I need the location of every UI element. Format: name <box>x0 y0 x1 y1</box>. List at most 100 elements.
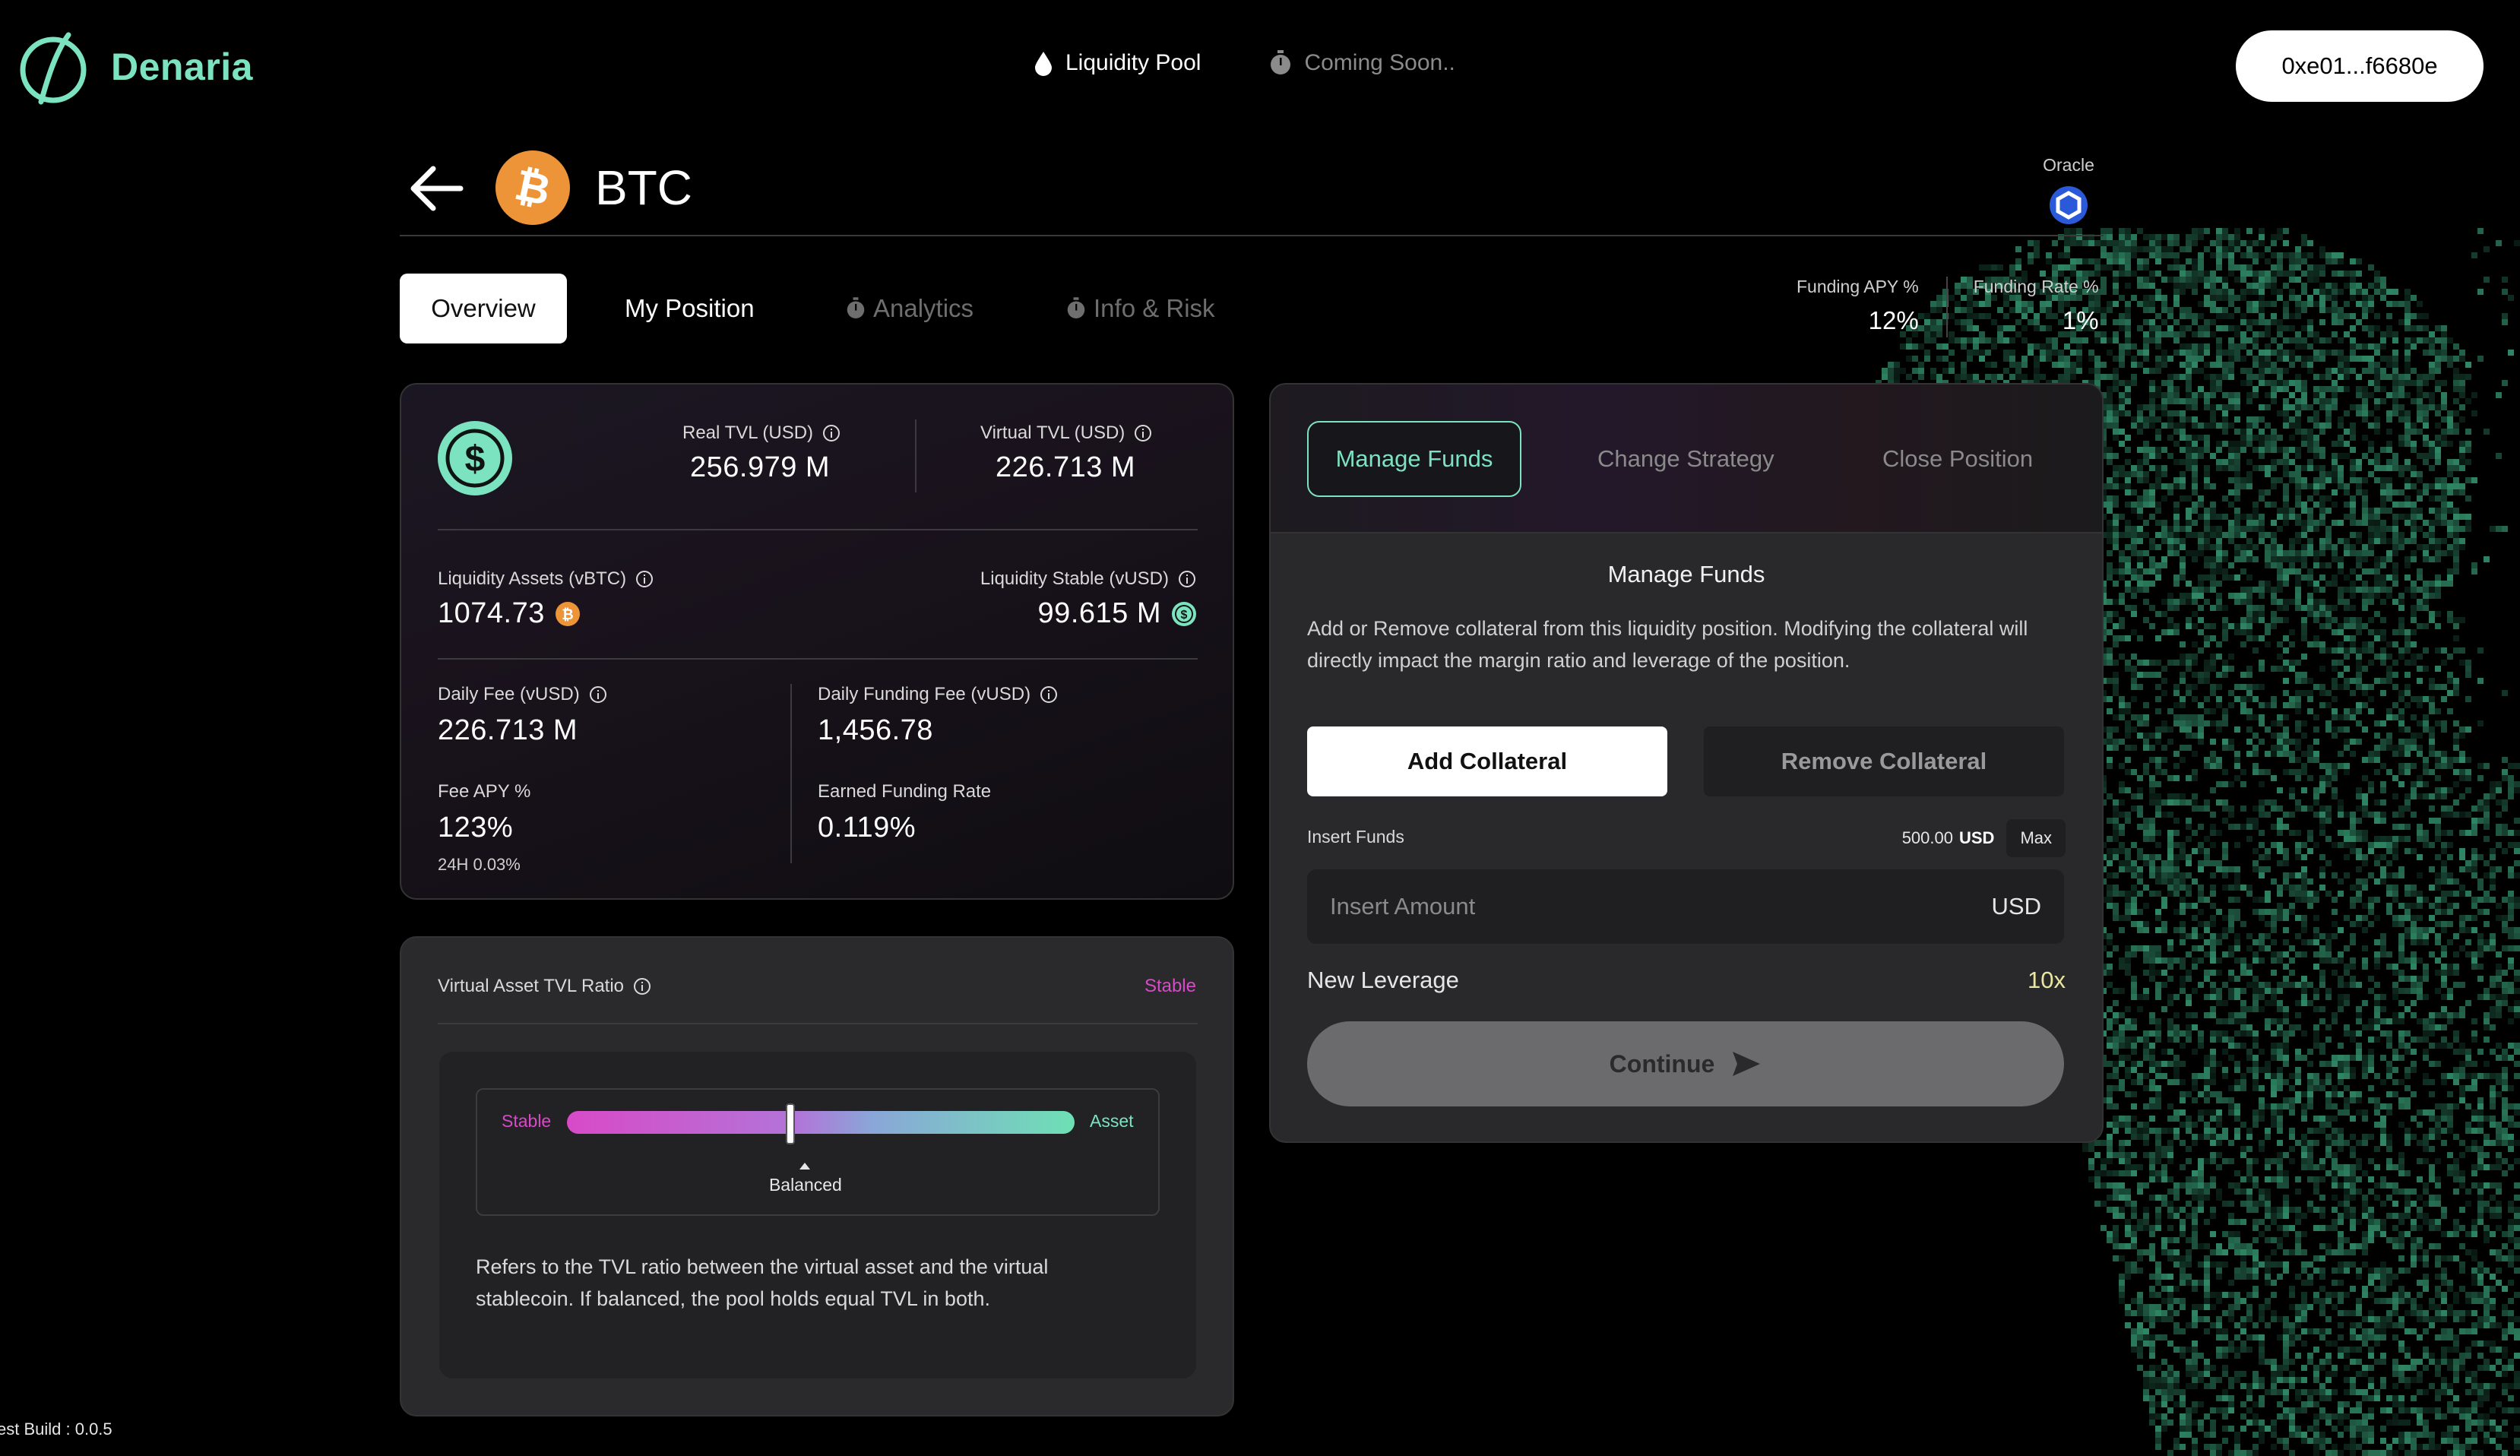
fee-apy: Fee APY % 123% 24H 0.03% <box>438 781 530 875</box>
divider <box>438 1023 1198 1024</box>
liquidity-assets: Liquidity Assets (vBTC) 1074.73 ₿ <box>438 568 654 630</box>
stopwatch-icon <box>1067 297 1085 318</box>
oracle-label: Oracle <box>2043 155 2094 175</box>
insert-funds-label: Insert Funds <box>1307 827 1404 847</box>
ratio-title: Virtual Asset TVL Ratio <box>438 976 651 997</box>
funding-apy: Funding APY % 12% <box>1797 277 1919 337</box>
liquidity-stable-value: 99.615 M <box>1037 597 1161 629</box>
tab-my-position[interactable]: My Position <box>625 274 755 343</box>
remove-collateral-button[interactable]: Remove Collateral <box>1704 726 2064 796</box>
back-arrow-icon[interactable] <box>407 160 465 217</box>
info-icon[interactable] <box>589 685 607 704</box>
divider <box>438 529 1198 530</box>
fee-apy-24h: 24H 0.03% <box>438 855 521 874</box>
stopwatch-icon <box>1271 50 1291 74</box>
balance-unit: USD <box>1958 828 1995 847</box>
daily-funding-fee-label: Daily Funding Fee (vUSD) <box>818 684 1058 705</box>
marker-pointer-icon <box>799 1163 810 1170</box>
ratio-marker <box>785 1103 795 1144</box>
nav-label: Liquidity Pool <box>1065 50 1201 75</box>
info-icon[interactable] <box>1134 424 1152 442</box>
info-icon[interactable] <box>633 977 651 995</box>
tab-overview[interactable]: Overview <box>400 274 567 343</box>
continue-label: Continue <box>1609 1049 1715 1078</box>
gauge-right-label: Asset <box>1090 1111 1134 1131</box>
liquidity-stable: Liquidity Stable (vUSD) 99.615 M $ <box>980 568 1196 630</box>
daily-fee: Daily Fee (vUSD) 226.713 M <box>438 684 607 747</box>
info-icon[interactable] <box>635 570 654 588</box>
continue-button[interactable]: Continue <box>1307 1021 2064 1106</box>
max-button[interactable]: Max <box>2006 819 2066 857</box>
tab-label: Analytics <box>873 294 974 322</box>
fee-apy-value: 123% <box>438 812 514 844</box>
daily-funding-fee: Daily Funding Fee (vUSD) 1,456.78 <box>818 684 1058 747</box>
daily-fee-label: Daily Fee (vUSD) <box>438 684 607 705</box>
info-icon[interactable] <box>1178 570 1196 588</box>
virtual-tvl-value: 226.713 M <box>996 451 1136 483</box>
new-leverage-value: 10x <box>2028 967 2066 993</box>
earned-funding-rate: Earned Funding Rate 0.119% <box>818 781 991 844</box>
funding-rate-label: Funding Rate % <box>1973 277 2099 296</box>
tvl-ratio-card: Virtual Asset TVL Ratio Stable Stable As… <box>400 936 1234 1416</box>
funds-title: Manage Funds <box>1607 561 1765 587</box>
available-balance: 500.00 USD Max <box>1902 819 2066 857</box>
stable-dollar-icon: $ <box>1172 601 1196 626</box>
wallet-address-button[interactable]: 0xe01...f6680e <box>2236 30 2484 102</box>
tab-label: Info & Risk <box>1094 294 1215 322</box>
ratio-gauge: Stable Asset Balanced <box>476 1088 1160 1216</box>
denaria-logo-icon <box>20 32 87 105</box>
amount-input-field[interactable]: USD <box>1307 869 2064 944</box>
ratio-description: Refers to the TVL ratio between the virt… <box>476 1255 1049 1310</box>
funding-apy-label: Funding APY % <box>1797 277 1919 296</box>
ratio-panel: Stable Asset Balanced Refers to the TVL … <box>439 1052 1196 1378</box>
top-navigation: Liquidity Pool Coming Soon.. <box>1034 50 1455 76</box>
earned-funding-value: 0.119% <box>818 812 917 844</box>
daily-fee-value: 226.713 M <box>438 714 578 746</box>
brand-logo[interactable]: Denaria <box>18 29 253 105</box>
funds-tab-bar: Manage Funds Change Strategy Close Posit… <box>1271 385 2102 533</box>
new-leverage-label: New Leverage <box>1307 967 1459 993</box>
real-tvl: Real TVL (USD) 256.979 M <box>682 423 841 484</box>
stopwatch-icon <box>847 297 865 318</box>
liquidity-assets-label: Liquidity Assets (vBTC) <box>438 568 654 590</box>
info-icon[interactable] <box>822 424 841 442</box>
tab-change-strategy[interactable]: Change Strategy <box>1597 421 1774 497</box>
oracle-indicator: Oracle <box>2021 155 2116 228</box>
btc-coin-icon: ₿ <box>495 150 570 225</box>
info-icon[interactable] <box>1040 685 1058 704</box>
header-divider <box>400 235 2104 236</box>
daily-funding-fee-value: 1,456.78 <box>818 714 933 746</box>
gauge-marker-label: Balanced <box>768 1175 842 1195</box>
funding-rate: Funding Rate % 1% <box>1974 277 2099 337</box>
gauge-left-label: Stable <box>502 1111 552 1131</box>
funds-description: Add or Remove collateral from this liqui… <box>1307 617 2028 672</box>
tab-manage-funds[interactable]: Manage Funds <box>1307 421 1521 497</box>
input-unit: USD <box>1991 893 2041 919</box>
funding-apy-value: 12% <box>1868 306 1919 334</box>
tvl-divider <box>915 419 917 492</box>
funding-stats: Funding APY % 12% Funding Rate % 1% <box>1797 277 2099 337</box>
funding-rate-value: 1% <box>2062 306 2099 334</box>
ratio-state-badge: Stable <box>1144 976 1196 996</box>
virtual-tvl: Virtual TVL (USD) 226.713 M <box>980 423 1152 484</box>
nav-coming-soon[interactable]: Coming Soon.. <box>1269 50 1455 76</box>
nav-label: Coming Soon.. <box>1304 50 1455 75</box>
chainlink-oracle-icon[interactable] <box>2050 186 2088 224</box>
fee-divider <box>790 684 792 863</box>
btc-coin-icon: ₿ <box>555 601 580 626</box>
real-tvl-label: Real TVL (USD) <box>682 423 841 444</box>
nav-liquidity-pool[interactable]: Liquidity Pool <box>1034 50 1201 76</box>
fee-apy-label: Fee APY % <box>438 781 531 802</box>
virtual-tvl-label: Virtual TVL (USD) <box>980 423 1152 444</box>
tab-analytics[interactable]: Analytics <box>846 274 973 343</box>
earned-funding-label: Earned Funding Rate <box>818 781 992 802</box>
overview-card: $ Real TVL (USD) 256.979 M Virtual TVL (… <box>400 383 1234 900</box>
tab-close-position[interactable]: Close Position <box>1882 421 2033 497</box>
amount-input[interactable] <box>1330 893 1862 920</box>
tab-info-risk[interactable]: Info & Risk <box>1066 274 1215 343</box>
add-collateral-button[interactable]: Add Collateral <box>1307 726 1667 796</box>
liquidity-assets-value: 1074.73 <box>438 597 545 629</box>
pool-symbol: BTC <box>595 160 692 215</box>
balance-amount: 500.00 <box>1901 828 1953 847</box>
liquidity-stable-label: Liquidity Stable (vUSD) <box>980 568 1196 590</box>
